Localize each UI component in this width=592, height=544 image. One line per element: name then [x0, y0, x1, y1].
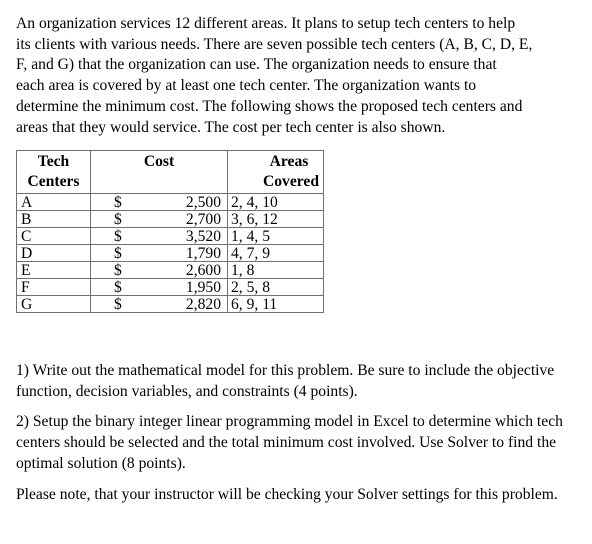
cost-value: 3,520: [185, 227, 221, 245]
center-cell: D: [16, 244, 91, 262]
currency-symbol: $: [114, 244, 122, 262]
areas-cell: 1, 4, 5: [227, 227, 324, 245]
cost-cell: $2,820: [90, 295, 228, 313]
questions-section: 1) Write out the mathematical model for …: [16, 361, 586, 515]
table-row: A $2,500 2, 4, 10: [16, 193, 324, 211]
center-cell: E: [16, 261, 91, 279]
currency-symbol: $: [114, 261, 122, 279]
question-2: 2) Setup the binary integer linear progr…: [16, 413, 563, 472]
currency-symbol: $: [114, 227, 122, 245]
header-tech-centers-line2: Centers: [27, 173, 80, 190]
cost-value: 2,600: [185, 261, 221, 279]
instructor-note: Please note, that your instructor will b…: [16, 485, 558, 503]
cost-cell: $2,500: [90, 193, 228, 211]
areas-cell: 1, 8: [227, 261, 324, 279]
header-cost: Cost: [90, 150, 228, 194]
header-tech-centers: Tech Centers: [16, 150, 91, 194]
center-cell: C: [16, 227, 91, 245]
table-row: C $3,520 1, 4, 5: [16, 227, 324, 245]
areas-cell: 2, 4, 10: [227, 193, 324, 211]
center-cell: G: [16, 295, 91, 313]
cost-value: 2,500: [185, 193, 221, 211]
header-areas-line1: Areas: [269, 153, 309, 170]
center-cell: A: [16, 193, 91, 211]
problem-intro: An organization services 12 different ar…: [16, 15, 533, 136]
header-tech-centers-line1: Tech: [37, 153, 70, 170]
table-row: B $2,700 3, 6, 12: [16, 210, 324, 228]
cost-value: 2,820: [185, 295, 221, 313]
areas-cell: 2, 5, 8: [227, 278, 324, 296]
areas-cell: 3, 6, 12: [227, 210, 324, 228]
cost-value: 2,700: [185, 210, 221, 228]
tech-centers-table: Tech Centers Cost Areas Covered A $2,500…: [16, 150, 324, 313]
cost-value: 1,790: [185, 244, 221, 262]
cost-value: 1,950: [185, 278, 221, 296]
currency-symbol: $: [114, 210, 122, 228]
currency-symbol: $: [114, 278, 122, 296]
cost-cell: $1,950: [90, 278, 228, 296]
currency-symbol: $: [114, 193, 122, 211]
areas-cell: 6, 9, 11: [227, 295, 324, 313]
header-areas-line2: Covered: [262, 173, 319, 190]
table-row: E $2,600 1, 8: [16, 261, 324, 279]
currency-symbol: $: [114, 295, 122, 313]
table-row: G $2,820 6, 9, 11: [16, 295, 324, 313]
center-cell: B: [16, 210, 91, 228]
question-1: 1) Write out the mathematical model for …: [16, 362, 555, 400]
table-header-row: Tech Centers Cost Areas Covered: [16, 150, 324, 194]
areas-cell: 4, 7, 9: [227, 244, 324, 262]
header-areas-covered: Areas Covered: [227, 150, 324, 194]
table-row: D $1,790 4, 7, 9: [16, 244, 324, 262]
cost-cell: $1,790: [90, 244, 228, 262]
cost-cell: $2,700: [90, 210, 228, 228]
center-cell: F: [16, 278, 91, 296]
cost-cell: $3,520: [90, 227, 228, 245]
cost-cell: $2,600: [90, 261, 228, 279]
table-row: F $1,950 2, 5, 8: [16, 278, 324, 296]
